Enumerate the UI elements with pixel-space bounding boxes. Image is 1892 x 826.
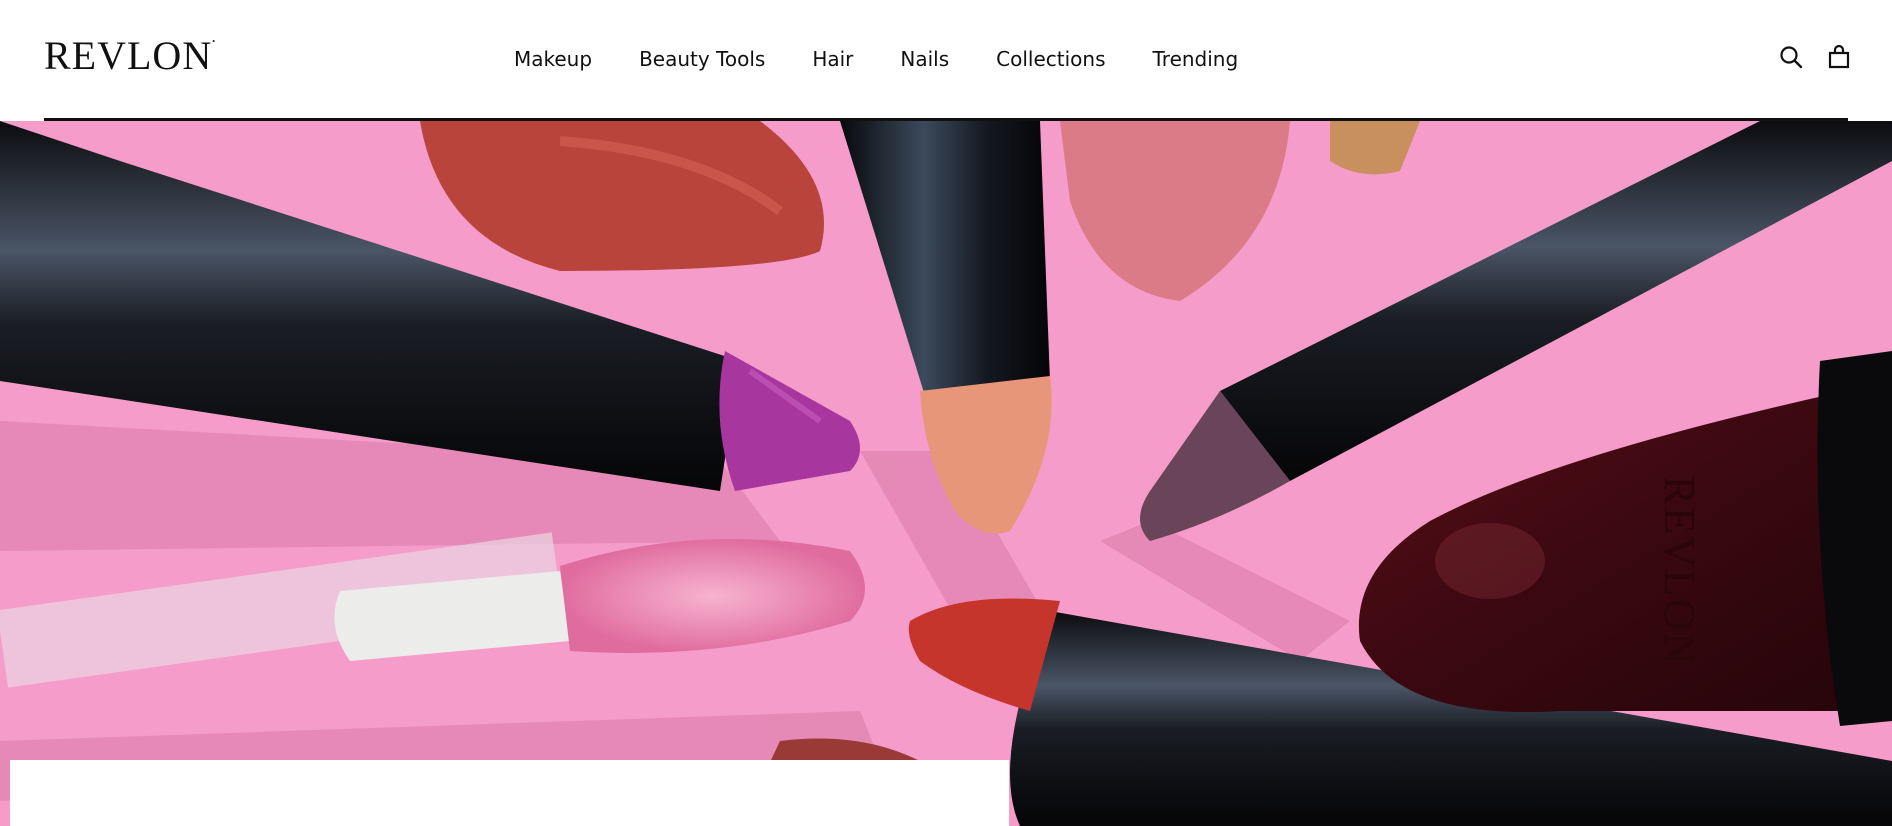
- nav-nails[interactable]: Nails: [900, 46, 949, 72]
- lipstick-hero-image: REVLON: [0, 121, 1892, 826]
- product-engraving: REVLON: [1655, 476, 1704, 666]
- registered-mark: •: [212, 37, 217, 46]
- nav-beauty-tools[interactable]: Beauty Tools: [639, 46, 765, 72]
- hero-banner[interactable]: REVLON: [0, 121, 1892, 826]
- site-header: REVLON• Makeup Beauty Tools Hair Nails C…: [0, 0, 1892, 120]
- logo-text: REVLON: [44, 33, 213, 78]
- nav-makeup[interactable]: Makeup: [514, 46, 592, 72]
- revlon-logo[interactable]: REVLON•: [44, 36, 216, 76]
- main-nav: Makeup Beauty Tools Hair Nails Collectio…: [514, 46, 1285, 72]
- header-icons: [1778, 44, 1852, 70]
- shopping-bag-icon[interactable]: [1826, 44, 1852, 70]
- nav-collections[interactable]: Collections: [996, 46, 1105, 72]
- nav-hair[interactable]: Hair: [812, 46, 853, 72]
- nav-trending[interactable]: Trending: [1153, 46, 1239, 72]
- hero-caption-card: [10, 760, 1009, 826]
- search-icon[interactable]: [1778, 44, 1804, 70]
